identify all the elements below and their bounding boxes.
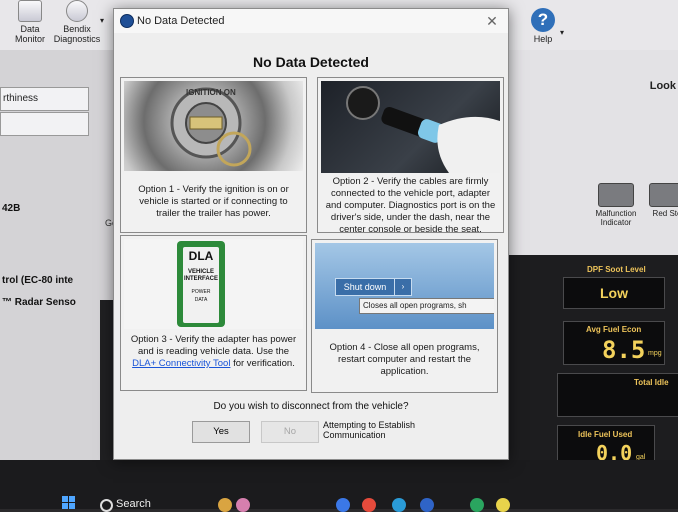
ignition-image-text: IGNITION ON <box>186 88 236 97</box>
app-icon[interactable] <box>236 498 250 512</box>
windows-start-icon[interactable] <box>62 496 76 510</box>
fuel-econ-value: 8.5 <box>602 336 646 364</box>
data-monitor-button[interactable]: Data Monitor <box>10 0 50 44</box>
search-icon[interactable] <box>100 499 113 512</box>
dla-power: POWER <box>191 289 211 295</box>
left-field-2[interactable] <box>0 112 89 136</box>
option3-text-a: Option 3 - Verify the adapter has power … <box>130 334 297 357</box>
close-button[interactable]: ✕ <box>482 11 502 31</box>
malfunction-label: Malfunction Indicator <box>595 209 637 227</box>
help-button[interactable]: ? Help <box>526 0 560 44</box>
left-item-radar: ™ Radar Senso <box>2 297 76 308</box>
app-icon[interactable] <box>218 498 232 512</box>
option3-text-b: for verification. <box>230 358 295 369</box>
app-icon[interactable] <box>470 498 484 512</box>
option4-text: Option 4 - Close all open programs, rest… <box>329 342 480 377</box>
help-chevron-icon[interactable]: ▾ <box>560 28 564 38</box>
option1-text: Option 1 - Verify the ignition is on or … <box>138 184 289 219</box>
app-right-panel: Look Malfunction Indicator Red Sto <box>505 50 678 255</box>
ignition-image: IGNITION ON <box>124 81 303 171</box>
malfunction-indicator-button[interactable]: Malfunction Indicator <box>591 183 641 227</box>
left-item-442b: 42B <box>2 203 21 214</box>
app-icon[interactable] <box>420 498 434 512</box>
fuel-econ-gauge: Avg Fuel Econ 8.5 mpg <box>563 321 665 365</box>
total-idle-title: Total Idle <box>634 378 669 387</box>
dashboard: DPF Soot Level Low Avg Fuel Econ 8.5 mpg… <box>505 255 678 469</box>
option2-text: Option 2 - Verify the cables are firmly … <box>325 176 496 235</box>
connection-status: Attempting to Establish Communication <box>323 420 416 440</box>
total-idle-gauge: Total Idle <box>557 373 678 417</box>
help-label: Help <box>533 34 553 44</box>
dla-data: DATA <box>194 297 208 303</box>
red-stop-button[interactable]: Red Sto <box>647 183 678 218</box>
magnifier-icon <box>66 0 88 22</box>
chevron-down-icon[interactable]: ▾ <box>100 16 104 26</box>
dialog-titlebar[interactable]: No Data Detected ✕ <box>114 9 508 33</box>
dla-adapter-image: DLA VEHICLE INTERFACE POWER DATA <box>124 239 303 329</box>
option3-panel: DLA VEHICLE INTERFACE POWER DATA Option … <box>120 235 307 391</box>
look-label: Look <box>649 80 676 92</box>
app-icon[interactable] <box>496 498 510 512</box>
malfunction-icon <box>598 183 634 207</box>
fuel-econ-title: Avg Fuel Econ <box>586 325 642 334</box>
arrow-right-icon: › <box>394 278 412 296</box>
diagnostic-cable-image <box>321 81 500 173</box>
option4-panel: Shut down › Closes all open programs, sh… <box>311 239 498 393</box>
idle-fuel-title: Idle Fuel Used <box>578 430 633 439</box>
fuel-econ-unit: mpg <box>648 350 662 357</box>
bendix-diagnostics-label: Bendix Diagnostics <box>53 24 101 44</box>
shutdown-image-tooltip: Closes all open programs, sh <box>359 298 494 314</box>
red-stop-icon <box>649 183 678 207</box>
taskbar-search[interactable]: Search <box>116 498 151 510</box>
option2-panel: Option 2 - Verify the cables are firmly … <box>317 77 504 235</box>
red-stop-label: Red Sto <box>652 209 678 218</box>
no-data-dialog: No Data Detected ✕ No Data Detected IGNI… <box>113 8 509 460</box>
dpf-gauge: Low <box>563 277 665 309</box>
help-icon: ? <box>531 8 555 32</box>
dla-title: DLA <box>188 249 214 263</box>
no-button[interactable]: No <box>261 421 319 443</box>
app-icon[interactable] <box>392 498 406 512</box>
option3-text: Option 3 - Verify the adapter has power … <box>127 334 300 370</box>
bendix-diagnostics-button[interactable]: Bendix Diagnostics <box>52 0 102 44</box>
dpf-title: DPF Soot Level <box>587 265 646 274</box>
dla-adapter-body: DLA VEHICLE INTERFACE POWER DATA <box>177 241 225 327</box>
disconnect-question: Do you wish to disconnect from the vehic… <box>213 401 409 412</box>
data-monitor-icon <box>18 0 42 22</box>
dla-connectivity-tool-link[interactable]: DLA+ Connectivity Tool <box>132 358 230 369</box>
dialog-title: No Data Detected <box>137 15 225 27</box>
dla-subtitle: VEHICLE INTERFACE <box>183 269 218 282</box>
app-logo-icon <box>120 14 134 28</box>
yes-button[interactable]: Yes <box>192 421 250 443</box>
dialog-heading: No Data Detected <box>253 54 369 70</box>
option1-panel: IGNITION ON Option 1 - Verify the igniti… <box>120 77 307 233</box>
app-icon[interactable] <box>336 498 350 512</box>
shutdown-image: Shut down › Closes all open programs, sh <box>315 243 494 329</box>
left-field[interactable]: rthiness <box>0 87 89 111</box>
dpf-value: Low <box>600 285 628 301</box>
left-item-ctrl: trol (EC-80 inte <box>2 275 74 286</box>
data-monitor-label: Data Monitor <box>14 24 45 44</box>
chrome-icon[interactable] <box>362 498 376 512</box>
shutdown-image-button: Shut down <box>335 278 395 296</box>
